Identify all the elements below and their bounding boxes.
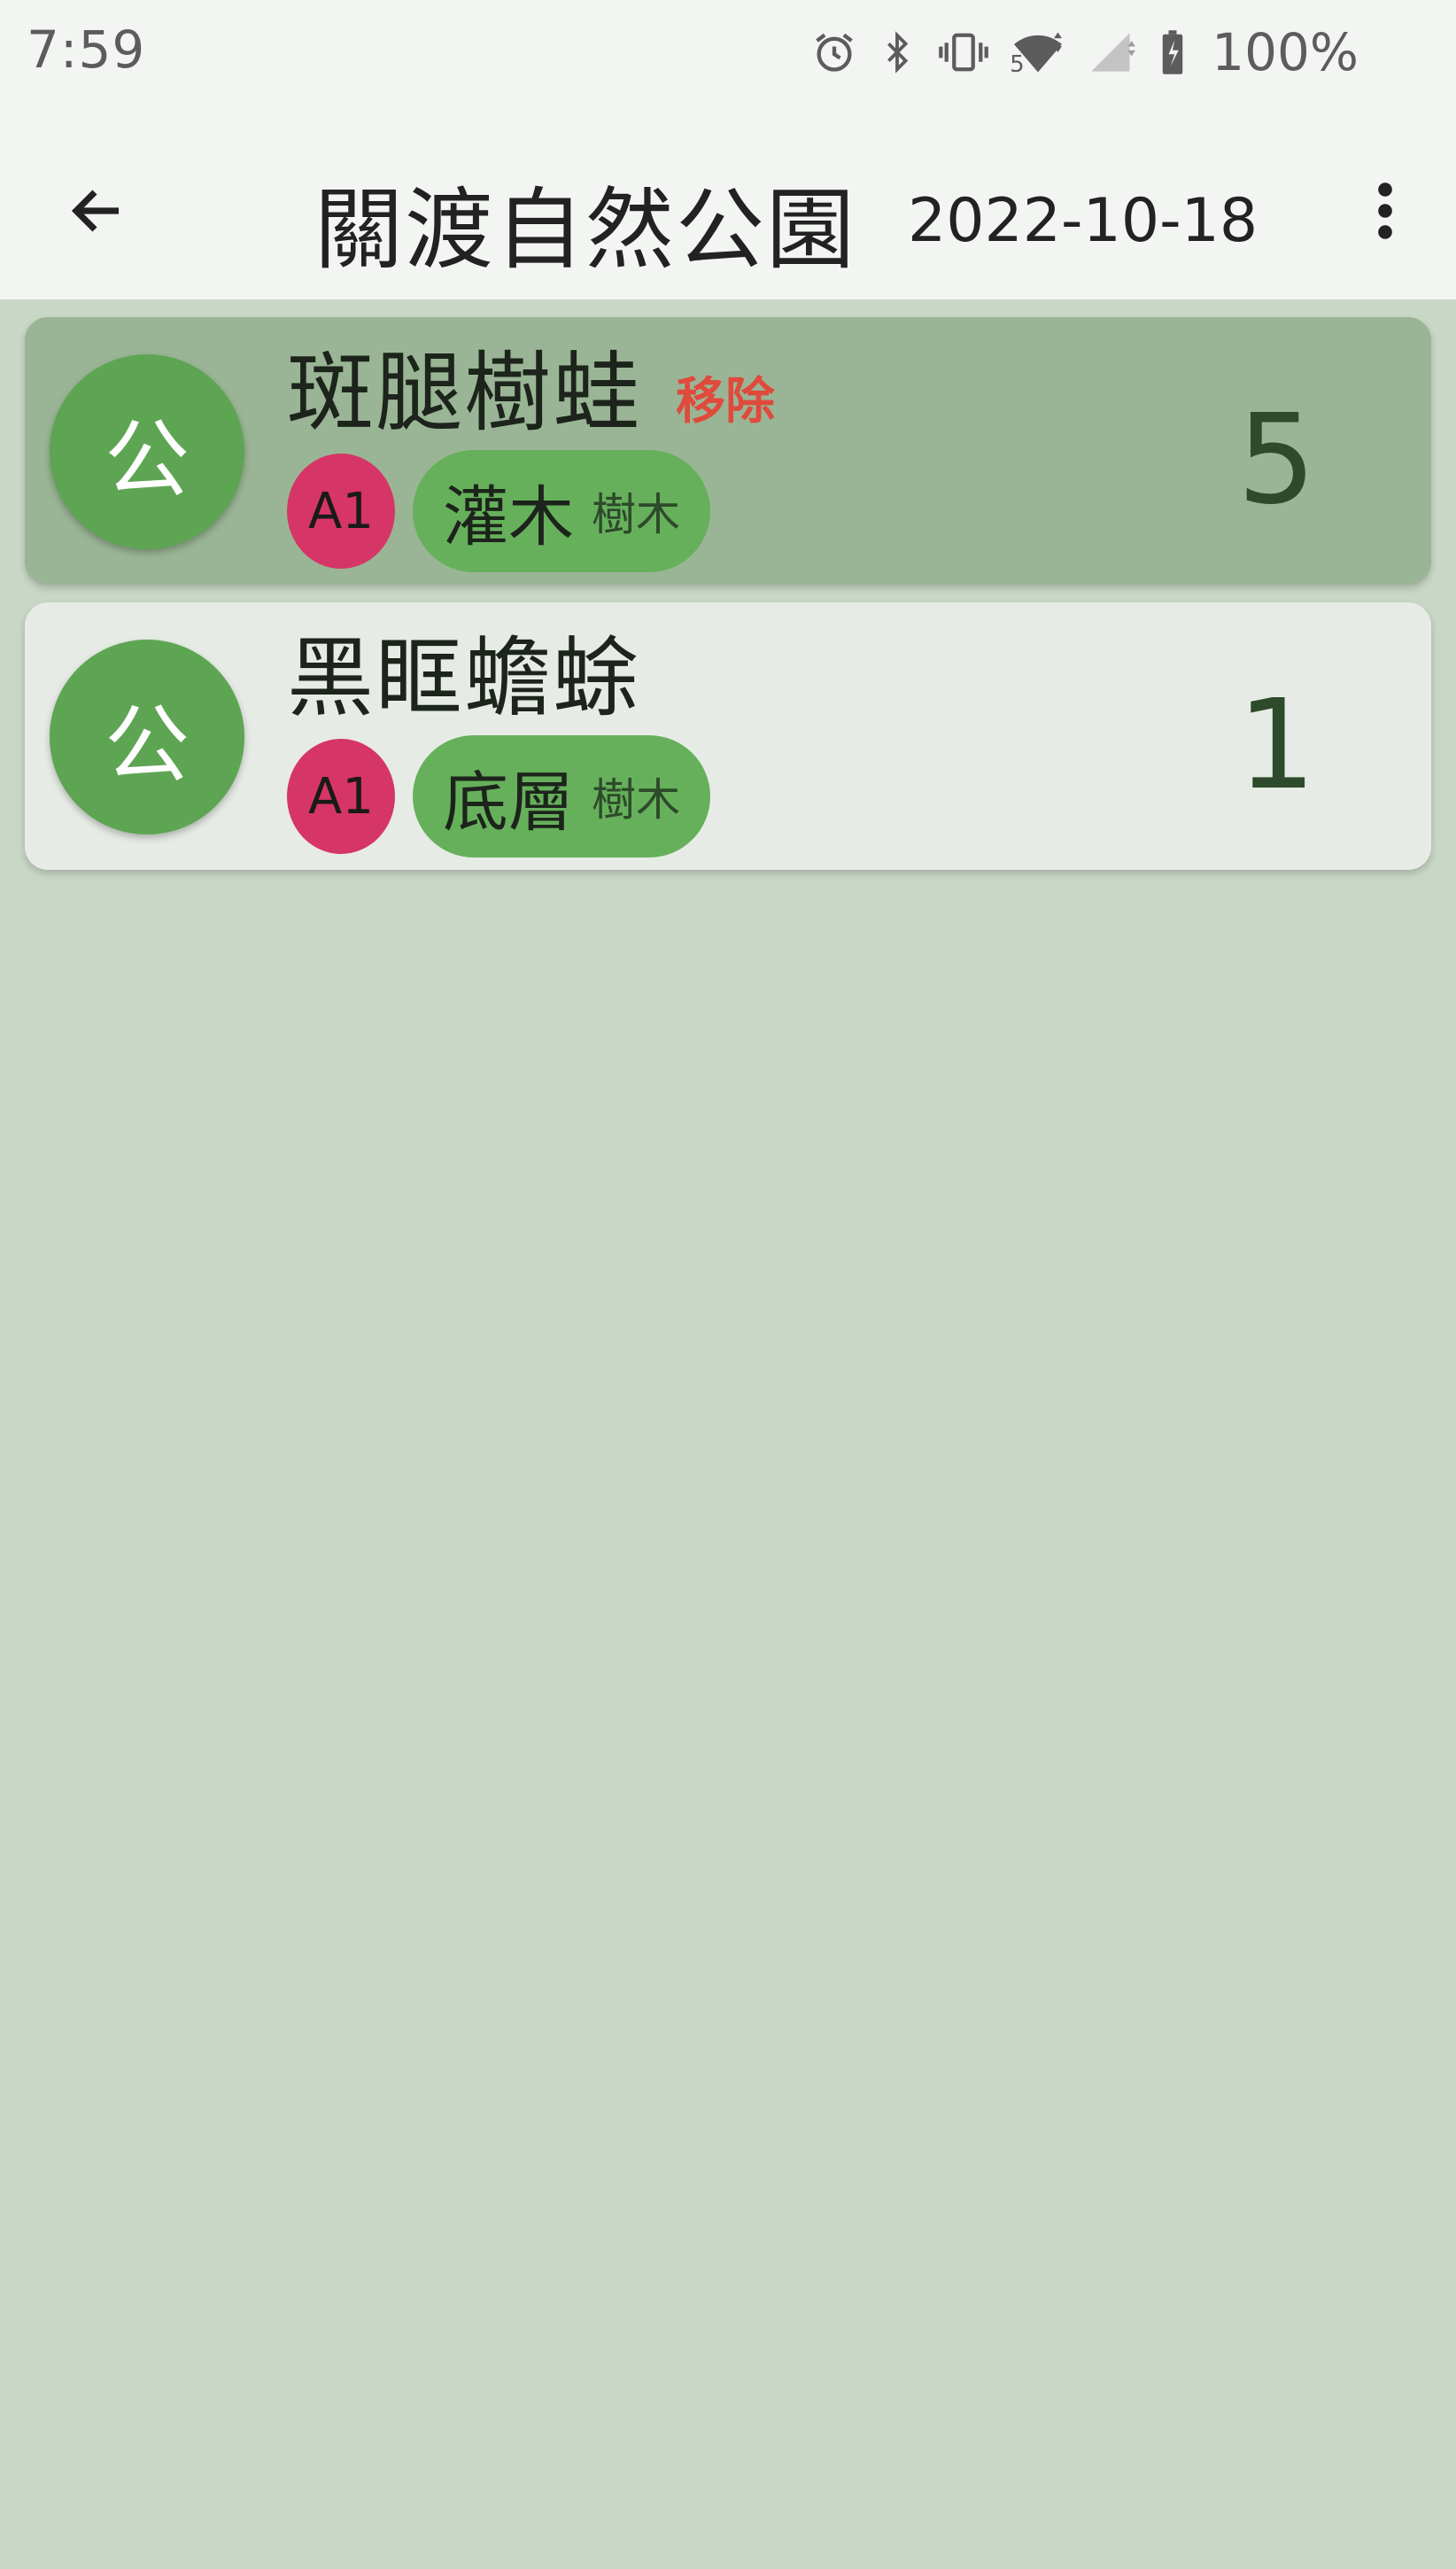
tag-row: A1 底層 樹木 [287,735,710,858]
tag-row: A1 灌木 樹木 [287,450,710,572]
record-list: 公 斑腿樹蛙 移除 A1 灌木 樹木 5 公 黑眶蟾蜍 A1 底層 樹木 1 [25,317,1431,888]
page-date[interactable]: 2022-10-18 [908,186,1258,256]
count-value: 5 [1236,388,1316,532]
arrow-left-icon [71,190,119,232]
battery-charging-icon [1162,30,1183,74]
alarm-icon [816,33,853,72]
network-label: 5 [1010,51,1025,78]
layer-name: 底層 [443,764,574,841]
status-icons: 5 100% [811,21,1359,83]
remove-button[interactable]: 移除 [676,361,775,433]
zone-badge: A1 [287,739,395,854]
record-card[interactable]: 公 斑腿樹蛙 移除 A1 灌木 樹木 5 [25,317,1431,585]
bluetooth-icon [887,31,909,74]
avatar: 公 [50,640,244,834]
layer-name: 灌木 [443,478,574,555]
count-value: 1 [1236,673,1316,818]
back-button[interactable] [53,167,142,255]
layer-chip: 灌木 樹木 [413,450,710,572]
layer-group: 樹木 [592,774,680,826]
overflow-menu-button[interactable] [1341,167,1429,255]
vibrate-icon [939,33,989,72]
record-card[interactable]: 公 黑眶蟾蜍 A1 底層 樹木 1 [25,602,1431,870]
status-time: 7:59 [27,19,146,80]
wifi-icon: 5 [1010,28,1066,78]
layer-group: 樹木 [592,489,680,540]
layer-chip: 底層 樹木 [413,735,710,858]
more-vert-icon [1378,182,1392,239]
species-name: 斑腿樹蛙 [287,343,642,444]
app-bar: 關渡自然公園 2022-10-18 [0,105,1456,299]
species-name: 黑眶蟾蜍 [287,628,642,729]
battery-percent: 100% [1212,22,1359,82]
page-title: 關渡自然公園 [314,178,856,282]
zone-badge: A1 [287,454,395,569]
signal-icon [1091,33,1136,72]
avatar: 公 [50,354,244,549]
status-bar: 7:59 5 100% [0,0,1456,105]
